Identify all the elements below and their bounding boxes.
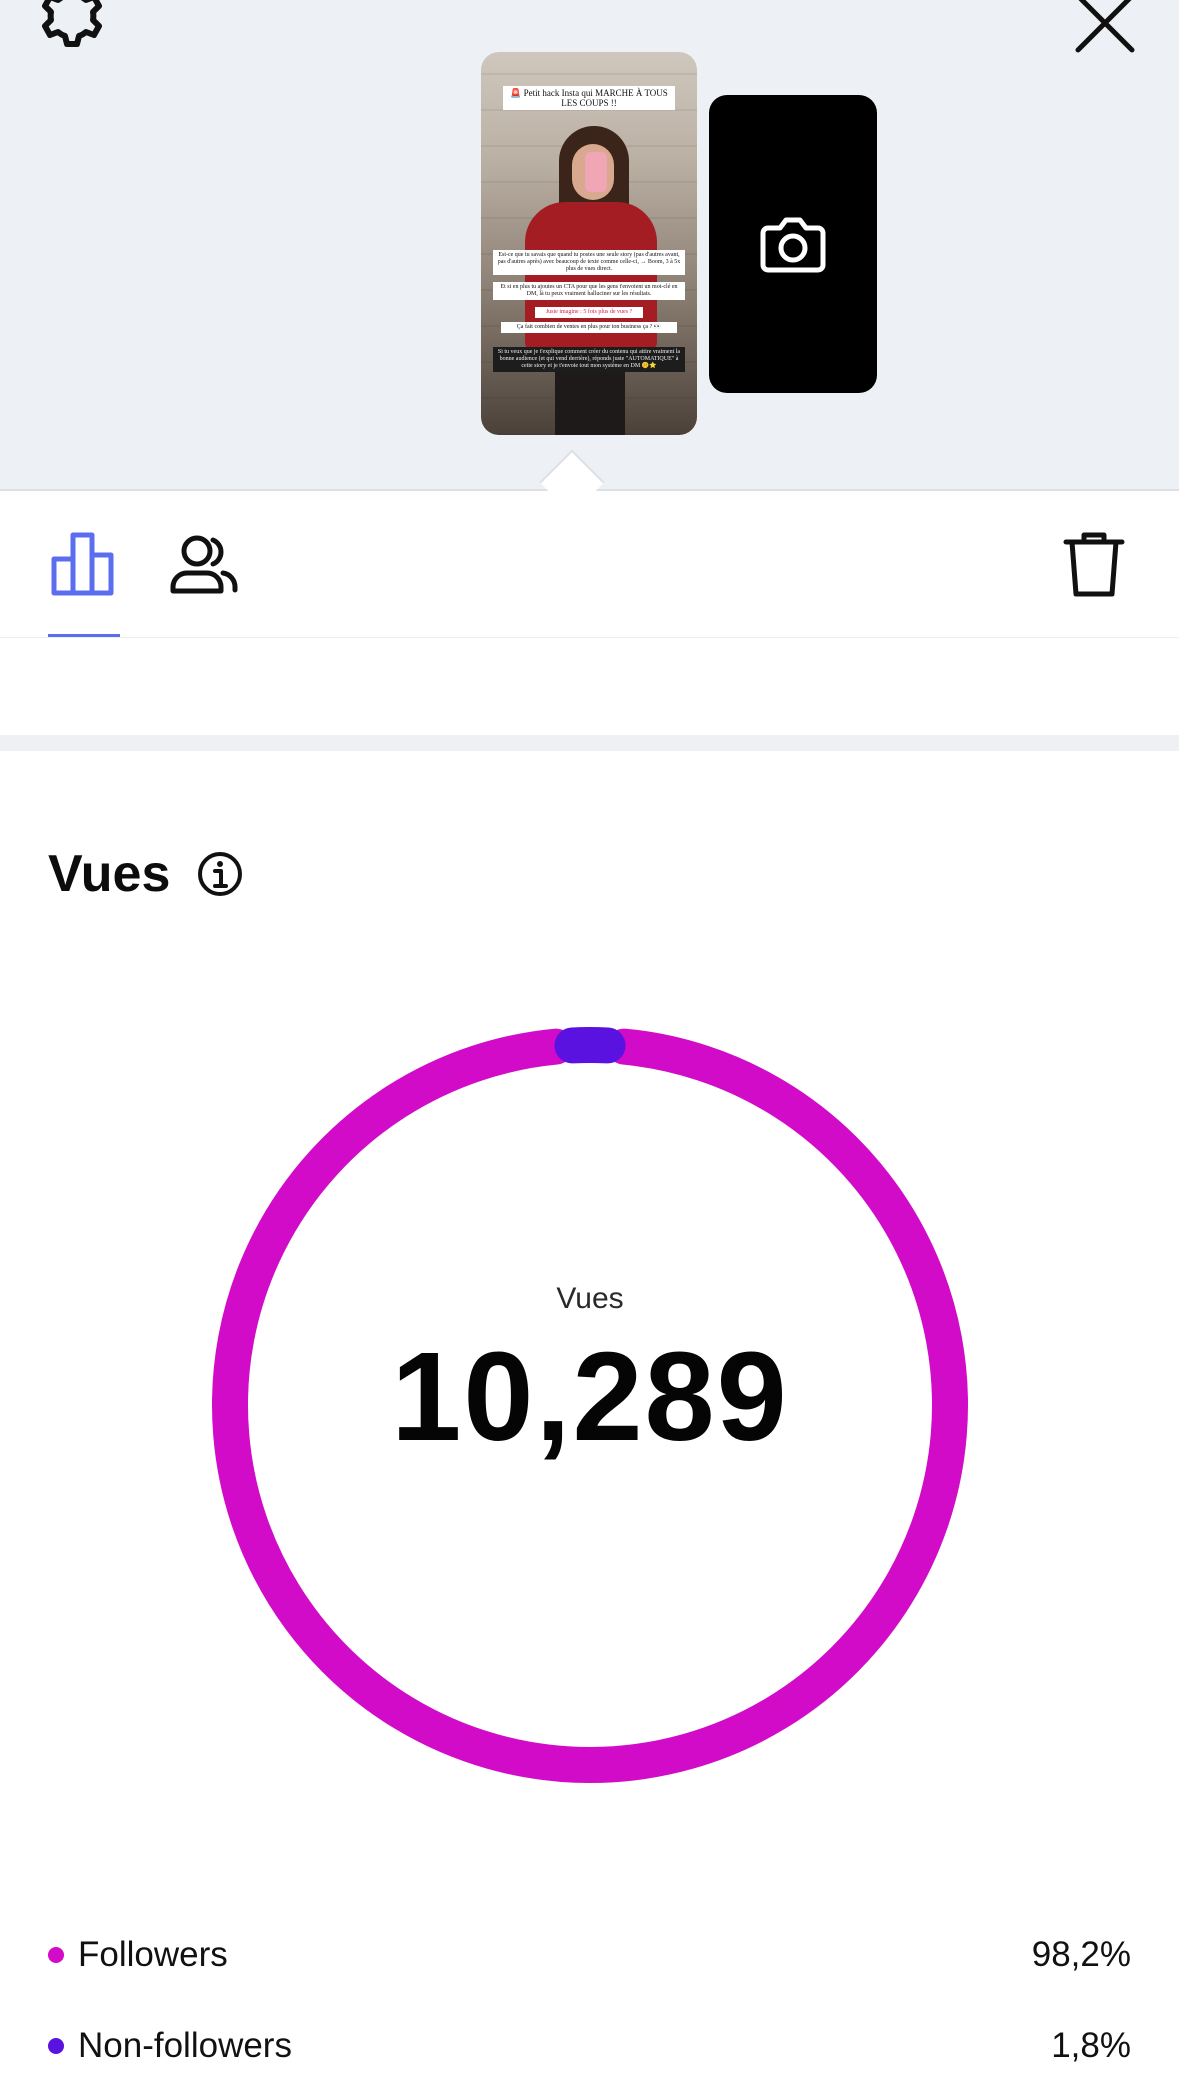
legend-dot-non-followers (48, 2038, 64, 2054)
tab-insights[interactable] (48, 491, 120, 637)
trash-icon (1063, 532, 1125, 597)
legend-item-non-followers: Non-followers 1,8% (48, 2016, 1131, 2076)
story-gallery: 🚨 Petit hack Insta qui MARCHE À TOUS LES… (0, 0, 1179, 491)
donut-total-views: 10,289 (391, 1325, 789, 1467)
section-divider (0, 735, 1179, 751)
gear-icon[interactable] (36, 0, 108, 54)
story-tabs (0, 491, 1179, 638)
story-caption-cta: Si tu veux que je t'explique comment cré… (493, 347, 685, 372)
legend-dot-followers (48, 1947, 64, 1963)
story-thumbnail[interactable]: 🚨 Petit hack Insta qui MARCHE À TOUS LES… (481, 52, 697, 435)
legend-value: 1,8% (1051, 2026, 1131, 2065)
camera-icon (760, 217, 826, 273)
donut-center-label: Vues (556, 1281, 624, 1315)
tab-delete[interactable] (1058, 491, 1130, 637)
people-icon (170, 535, 238, 594)
info-icon[interactable] (196, 850, 244, 898)
story-caption-text: Juste imagine : 5 fois plus de vues ? (535, 307, 643, 318)
legend-value: 98,2% (1031, 1935, 1131, 1974)
bar-chart-icon (51, 532, 114, 596)
add-story-card[interactable] (709, 95, 877, 393)
legend-label: Followers (78, 1935, 228, 1974)
close-icon[interactable] (1072, 0, 1138, 56)
story-photo-phone (585, 152, 607, 192)
active-tab-indicator (48, 634, 120, 637)
story-caption-text: Ça fait combien de ventes en plus pour t… (501, 322, 677, 333)
donut-center: Vues 10,289 (200, 1015, 980, 1795)
story-caption-headline: 🚨 Petit hack Insta qui MARCHE À TOUS LES… (503, 86, 675, 110)
views-header: Vues (48, 838, 244, 910)
legend-label: Non-followers (78, 2026, 292, 2065)
legend-item-followers: Followers 98,2% (48, 1925, 1131, 1985)
tab-viewers[interactable] (166, 491, 242, 637)
views-title: Vues (48, 845, 171, 903)
story-caption-text: Et si en plus tu ajoutes un CTA pour que… (493, 282, 685, 300)
story-caption-text: Est-ce que tu savais que quand tu postes… (493, 250, 685, 275)
